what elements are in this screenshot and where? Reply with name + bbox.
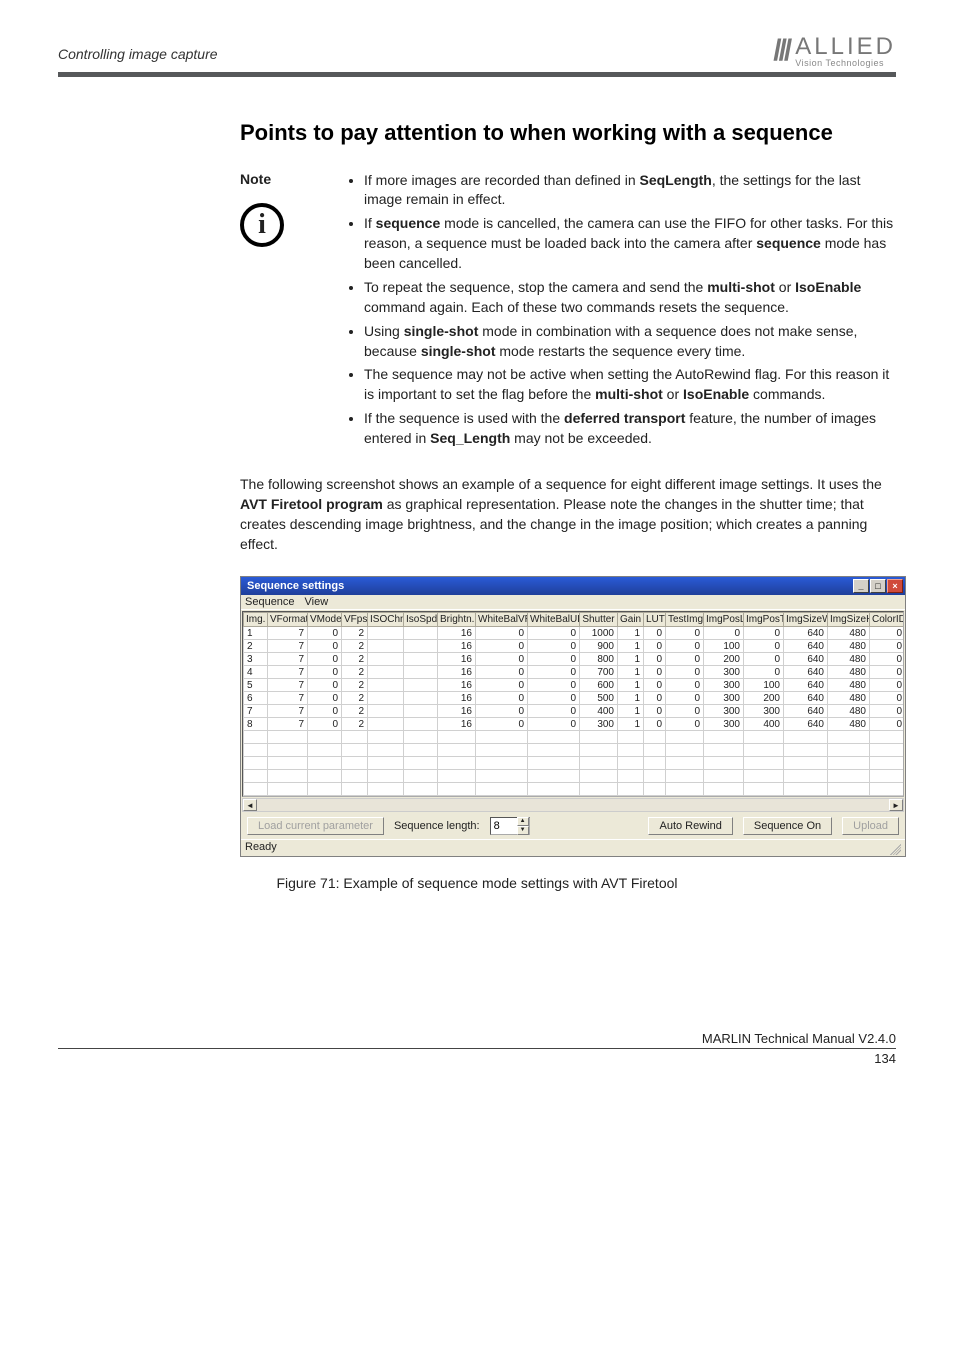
col-img[interactable]: Img.: [244, 613, 268, 627]
note-label: Note: [240, 171, 310, 187]
status-text: Ready: [245, 841, 277, 855]
resize-grip-icon[interactable]: [887, 841, 901, 855]
upload-button[interactable]: Upload: [842, 817, 899, 835]
header-rule: [58, 72, 896, 77]
table-row[interactable]: 4702160070010030006404800200: [244, 666, 905, 679]
col-vfps[interactable]: VFps: [342, 613, 368, 627]
table-row[interactable]: 870216003001003004006404800200: [244, 718, 905, 731]
table-row-empty[interactable]: [244, 731, 905, 744]
sequence-length-label: Sequence length:: [394, 820, 480, 832]
table-row-empty[interactable]: [244, 757, 905, 770]
note-item: To repeat the sequence, stop the camera …: [364, 278, 896, 318]
spin-down-button[interactable]: ▼: [517, 826, 529, 835]
table-row[interactable]: 3702160080010020006404800200: [244, 653, 905, 666]
maximize-button[interactable]: □: [870, 579, 886, 593]
table-row[interactable]: 2702160090010010006404800200: [244, 640, 905, 653]
menubar[interactable]: Sequence View: [241, 595, 905, 610]
col-isochn[interactable]: ISOChn: [368, 613, 404, 627]
sequence-settings-window: Sequence settings _ □ × Sequence View Img…: [240, 576, 906, 857]
col-imgpost[interactable]: ImgPosT: [744, 613, 784, 627]
intro-paragraph: The following screenshot shows an exampl…: [240, 475, 896, 555]
col-shutter[interactable]: Shutter: [580, 613, 618, 627]
breadcrumb: Controlling image capture: [58, 46, 218, 68]
sequence-table[interactable]: Img.VFormatVModeVFpsISOChnIsoSpdBrightn.…: [243, 612, 904, 796]
table-row[interactable]: 170216001000100006404800200: [244, 627, 905, 640]
table-row-empty[interactable]: [244, 744, 905, 757]
note-item: If sequence mode is cancelled, the camer…: [364, 214, 896, 274]
menu-sequence[interactable]: Sequence: [245, 596, 295, 608]
col-whitebalvr[interactable]: WhiteBalVR: [476, 613, 528, 627]
window-title: Sequence settings: [247, 580, 344, 592]
scroll-right-button[interactable]: ►: [889, 799, 903, 811]
col-isospd[interactable]: IsoSpd: [404, 613, 438, 627]
h-scrollbar[interactable]: ◄ ►: [242, 798, 904, 812]
col-testimg[interactable]: TestImg: [666, 613, 704, 627]
page-number: 134: [58, 1048, 896, 1066]
col-brightn[interactable]: Brightn.: [438, 613, 476, 627]
col-imgsizew[interactable]: ImgSizeW: [784, 613, 828, 627]
sequence-on-button[interactable]: Sequence On: [743, 817, 832, 835]
minimize-button[interactable]: _: [853, 579, 869, 593]
sequence-table-wrap: Img.VFormatVModeVFpsISOChnIsoSpdBrightn.…: [242, 611, 904, 797]
table-row-empty[interactable]: [244, 770, 905, 783]
menu-view[interactable]: View: [305, 596, 329, 608]
sequence-length-input[interactable]: [491, 820, 517, 832]
col-whitebalub[interactable]: WhiteBalUB: [528, 613, 580, 627]
brand-logo: /// ALLIED Vision Technologies: [773, 34, 896, 68]
table-row[interactable]: 570216006001003001006404800200: [244, 679, 905, 692]
table-row[interactable]: 770216004001003003006404800200: [244, 705, 905, 718]
close-button[interactable]: ×: [887, 579, 903, 593]
sequence-length-stepper[interactable]: ▲ ▼: [490, 817, 530, 835]
auto-rewind-button[interactable]: Auto Rewind: [648, 817, 732, 835]
logo-slashes-icon: ///: [773, 34, 789, 68]
col-gain[interactable]: Gain: [618, 613, 644, 627]
scroll-left-button[interactable]: ◄: [243, 799, 257, 811]
table-row[interactable]: 670216005001003002006404800200: [244, 692, 905, 705]
logo-main: ALLIED: [795, 35, 896, 59]
col-lut[interactable]: LUT: [644, 613, 666, 627]
section-title: Points to pay attention to when working …: [240, 119, 896, 147]
note-item: The sequence may not be active when sett…: [364, 365, 896, 405]
col-vmode[interactable]: VMode: [308, 613, 342, 627]
note-item: If more images are recorded than defined…: [364, 171, 896, 211]
col-imgposl[interactable]: ImgPosL: [704, 613, 744, 627]
note-list: If more images are recorded than defined…: [346, 171, 896, 453]
spin-up-button[interactable]: ▲: [517, 817, 529, 826]
manual-version: MARLIN Technical Manual V2.4.0: [58, 1031, 896, 1046]
figure-caption: Figure 71: Example of sequence mode sett…: [58, 875, 896, 891]
col-colorid[interactable]: ColorID: [870, 613, 905, 627]
note-item: If the sequence is used with the deferre…: [364, 409, 896, 449]
col-imgsizeh[interactable]: ImgSizeH: [828, 613, 870, 627]
load-current-parameter-button[interactable]: Load current parameter: [247, 817, 384, 835]
col-vformat[interactable]: VFormat: [268, 613, 308, 627]
note-item: Using single-shot mode in combination wi…: [364, 322, 896, 362]
table-row-empty[interactable]: [244, 783, 905, 796]
window-titlebar[interactable]: Sequence settings _ □ ×: [241, 577, 905, 595]
info-icon: i: [240, 203, 284, 247]
logo-sub: Vision Technologies: [795, 59, 896, 68]
